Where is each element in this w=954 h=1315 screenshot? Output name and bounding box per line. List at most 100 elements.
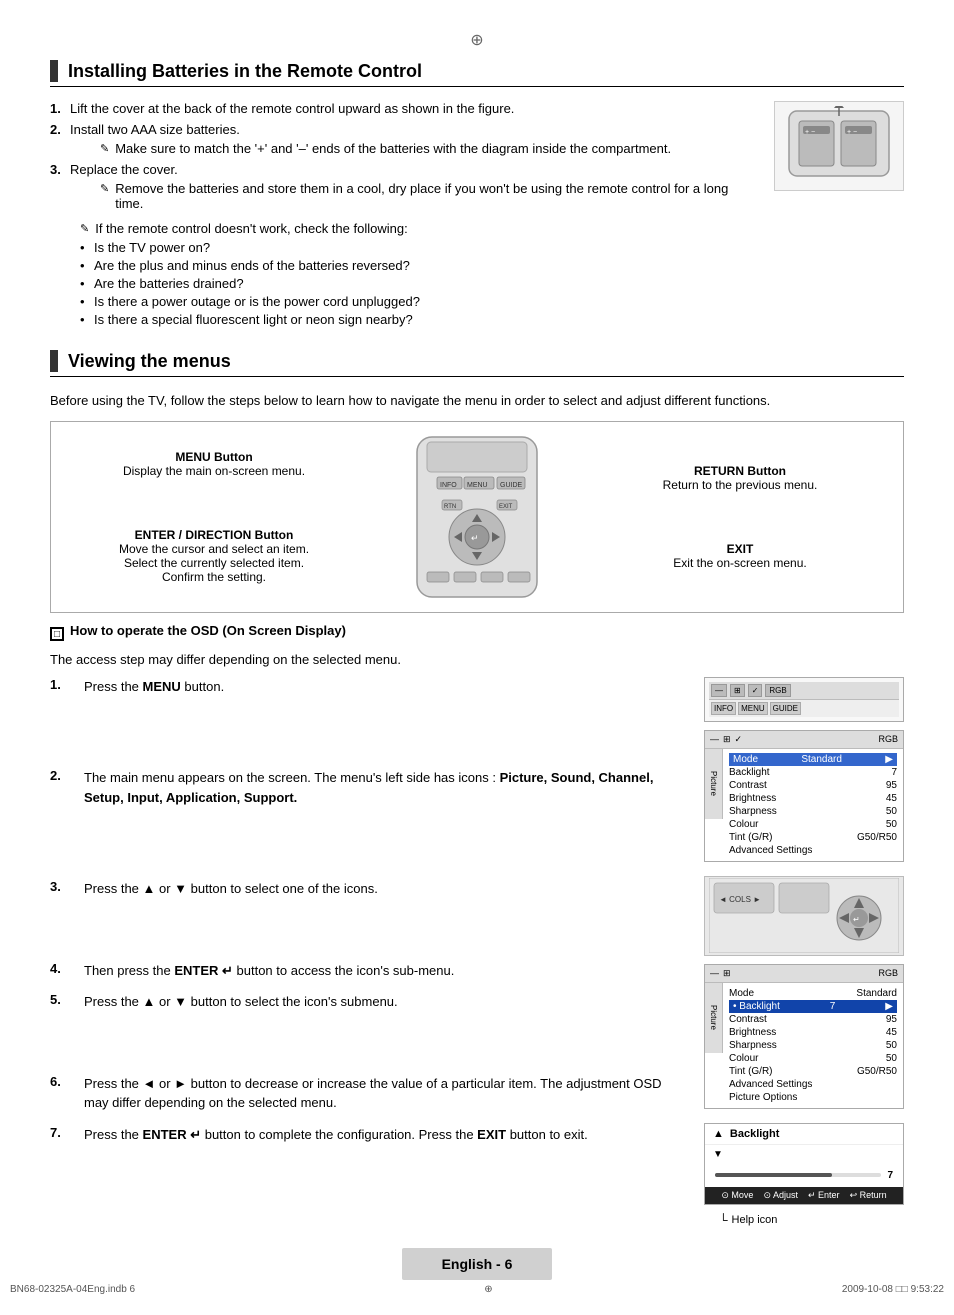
check-1: Is the TV power on? [80, 240, 754, 255]
tv-menu-row-contrast: Contrast 95 [729, 779, 897, 792]
footer-file: BN68-02325A-04Eng.indb 6 [10, 1284, 135, 1295]
remote-svg: INFO MENU GUIDE ↵ RTN EXIT [367, 432, 587, 602]
step1-text: Press the MENU button. [84, 677, 684, 697]
osd-steps-container: 1. Press the MENU button. 2. The main me… [50, 677, 684, 1145]
svg-text:INFO: INFO [440, 482, 457, 489]
menu-button-label: MENU Button [71, 450, 357, 464]
enter-button-label-block: ENTER / DIRECTION Button Move the cursor… [71, 528, 357, 584]
tv-remote-top: — ⊞ ✓ RGB INFO MENU GUIDE [704, 677, 904, 722]
dpad-svg: ◄ COLS ► ↵ [709, 878, 899, 953]
osd-step-7: 7. Press the ENTER ↵ button to complete … [50, 1125, 684, 1145]
osd-step-1: 1. Press the MENU button. [50, 677, 684, 697]
tv-menu2-options: Picture Options [729, 1091, 897, 1104]
tv-menu-row-mode: Mode Standard ▶ [729, 753, 897, 766]
enter-button-label: ENTER / DIRECTION Button [71, 528, 357, 542]
viewing-intro: Before using the TV, follow the steps be… [50, 391, 904, 411]
osd-right-panels: — ⊞ ✓ RGB INFO MENU GUIDE —⊞✓RGB Picture… [704, 677, 904, 1227]
svg-text:↵: ↵ [853, 915, 860, 924]
svg-text:RTN: RTN [444, 504, 456, 510]
osd-spacer-1 [50, 708, 684, 768]
svg-text:+ −: + − [805, 129, 815, 136]
osd-header: How to operate the OSD (On Screen Displa… [70, 623, 346, 638]
battery-diagram-svg: + − + − [779, 106, 899, 186]
tv-menu-row-tint: Tint (G/R) G50/R50 [729, 831, 897, 844]
battery-section: 1. Lift the cover at the back of the rem… [50, 101, 904, 330]
osd-step-6: 6. Press the ◄ or ► button to decrease o… [50, 1074, 684, 1113]
note-icon-3: ✎ [80, 222, 89, 236]
backlight-label: Backlight [730, 1128, 780, 1140]
battery-step-2: 2. Install two AAA size batteries. ✎ Mak… [50, 122, 754, 156]
menu-button-desc: Display the main on-screen menu. [71, 464, 357, 478]
osd-step-2: 2. The main menu appears on the screen. … [50, 768, 684, 807]
slider-track [715, 1173, 881, 1177]
footer-meta: BN68-02325A-04Eng.indb 6 ⊕ 2009-10-08 □□… [0, 1284, 954, 1295]
tv-menu-row-backlight: Backlight 7 [729, 766, 897, 779]
backlight-value: 7 [887, 1170, 893, 1181]
osd-header-row: □ How to operate the OSD (On Screen Disp… [50, 623, 904, 646]
osd-step-4: 4. Then press the ENTER ↵ button to acce… [50, 961, 684, 981]
footer-lang-box: English - 6 [402, 1248, 553, 1280]
tv-menu-row-sharpness: Sharpness 50 [729, 805, 897, 818]
remote-dpad-image: ◄ COLS ► ↵ [704, 876, 904, 956]
battery-main-note: ✎ If the remote control doesn't work, ch… [50, 221, 754, 236]
exit-desc: Exit the on-screen menu. [597, 556, 883, 570]
step5-text: Press the ▲ or ▼ button to select the ic… [84, 992, 684, 1012]
viewing-section-header: Viewing the menus [50, 350, 904, 377]
tv-backlight-nav: ⊙ Move ⊙ Adjust ↵ Enter ↩ Return [705, 1187, 903, 1204]
svg-text:EXIT: EXIT [499, 504, 513, 510]
check-4: Is there a power outage or is the power … [80, 294, 754, 309]
battery-step2-note: ✎ Make sure to match the '+' and '–' end… [70, 141, 754, 156]
osd-spacer-2 [50, 819, 684, 879]
footer-date: 2009-10-08 □□ 9:53:22 [842, 1284, 944, 1295]
return-button-label-block: RETURN Button Return to the previous men… [597, 464, 883, 492]
battery-checklist: Is the TV power on? Are the plus and min… [50, 240, 754, 327]
tv-backlight-header: ▲ Backlight [705, 1124, 903, 1145]
tv-menu-row-advanced: Advanced Settings [729, 844, 897, 857]
tv-btn-row2: INFO MENU GUIDE [709, 700, 899, 717]
section-bar-2 [50, 350, 58, 372]
battery-section-header: Installing Batteries in the Remote Contr… [50, 60, 904, 87]
menu-button-label-block: MENU Button Display the main on-screen m… [71, 450, 357, 478]
svg-text:GUIDE: GUIDE [500, 482, 523, 489]
tv-btn-minus: — [711, 684, 727, 697]
step4-text: Then press the ENTER ↵ button to access … [84, 961, 684, 981]
tv-top-buttons: — ⊞ ✓ RGB [709, 682, 899, 700]
tv-menu2-mode: Mode Standard [729, 987, 897, 1000]
enter-button-desc1: Move the cursor and select an item. [71, 542, 357, 556]
svg-text:↵: ↵ [471, 533, 479, 543]
battery-steps: 1. Lift the cover at the back of the rem… [50, 101, 754, 211]
tv-menu2-tint: Tint (G/R) G50/R50 [729, 1065, 897, 1078]
tv-side-icon-1: Picture [705, 749, 723, 819]
tv-menu2-contrast: Contrast 95 [729, 1013, 897, 1026]
tv-menu-row-colour: Colour 50 [729, 818, 897, 831]
battery-step-3: 3. Replace the cover. ✎ Remove the batte… [50, 162, 754, 211]
exit-label-block: EXIT Exit the on-screen menu. [597, 542, 883, 570]
tv-btn-rgb: RGB [765, 684, 790, 697]
tv-screen2-content: Picture Mode Standard • Backlight 7 ▶ Co… [705, 983, 903, 1108]
remote-image-container: INFO MENU GUIDE ↵ RTN EXIT [367, 432, 587, 602]
tv-menu2-sharpness: Sharpness 50 [729, 1039, 897, 1052]
footer-crosshair-bottom: ⊕ [484, 1284, 492, 1295]
tv-screen2-topbar: —⊞RGB [705, 965, 903, 983]
note-icon-2: ✎ [100, 182, 109, 211]
tv-backlight-screen: ▲ Backlight ▼ 7 ⊙ Move ⊙ Adjust ↵ Enter … [704, 1123, 904, 1205]
battery-step-1: 1. Lift the cover at the back of the rem… [50, 101, 754, 116]
crosshair-top: ⊕ [50, 30, 904, 50]
diagram-labels-right: RETURN Button Return to the previous men… [587, 464, 883, 570]
return-button-desc: Return to the previous menu. [597, 478, 883, 492]
checkbox-icon: □ [50, 627, 64, 641]
step6-text: Press the ◄ or ► button to decrease or i… [84, 1074, 684, 1113]
tv-menu-1: Mode Standard ▶ Backlight 7 Contrast 95 … [723, 749, 903, 861]
enter-button-desc3: Confirm the setting. [71, 570, 357, 584]
battery-image: + − + − [774, 101, 904, 191]
tv-btn-check: ✓ [748, 684, 763, 697]
tv-menu-row-brightness: Brightness 45 [729, 792, 897, 805]
tv-btn-plus: ⊞ [730, 684, 745, 697]
step2-text: The main menu appears on the screen. The… [84, 768, 684, 807]
tv-screen-1: —⊞✓RGB Picture Mode Standard ▶ Backlight… [704, 730, 904, 862]
diagram-labels-left: MENU Button Display the main on-screen m… [71, 450, 367, 584]
osd-spacer-3 [50, 911, 684, 961]
tv-menu2-brightness: Brightness 45 [729, 1026, 897, 1039]
section-bar [50, 60, 58, 82]
tv-menu-2: Mode Standard • Backlight 7 ▶ Contrast 9… [723, 983, 903, 1108]
